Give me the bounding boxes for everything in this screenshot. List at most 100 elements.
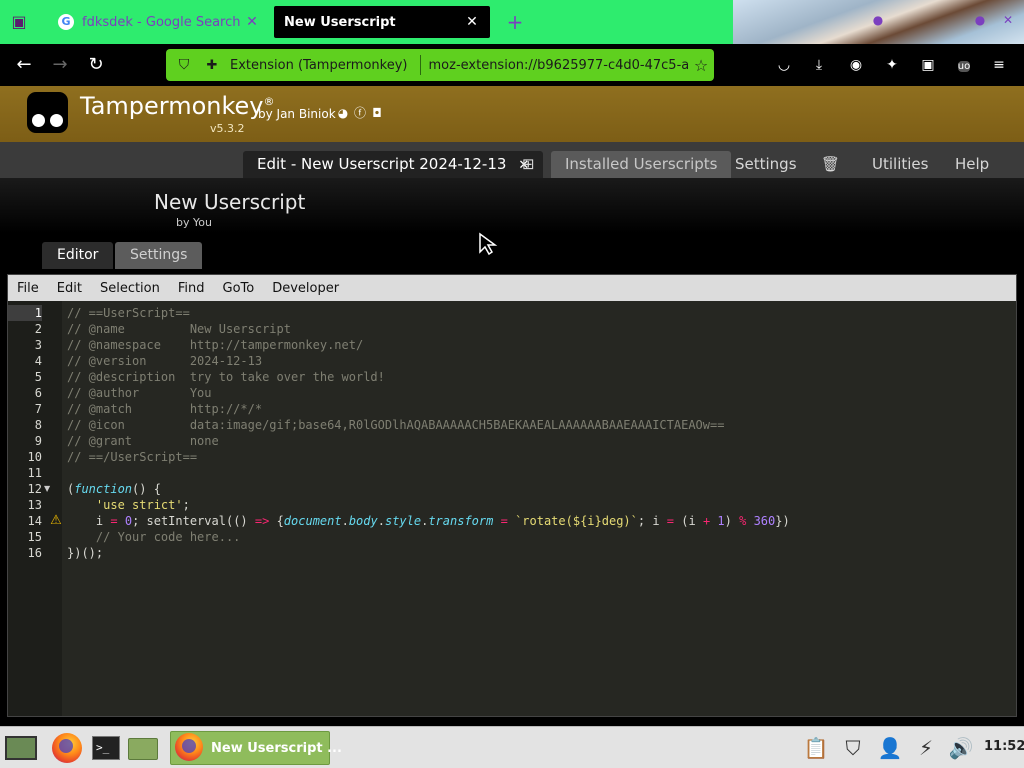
code-line: // ==UserScript== [67,306,190,320]
new-tab-button[interactable]: + [503,10,527,34]
trash-icon[interactable]: 🗑 [813,151,848,178]
code-line: i = 0; setInterval(() => {document.body.… [67,514,790,528]
code-line: 'use strict'; [95,498,190,512]
code-line: // @name New Userscript [67,322,291,336]
facebook-icon[interactable]: ⓕ [353,106,367,120]
line-number-gutter[interactable]: 1 2 3 4 5 6 7 8 9 10 11 12 ▼ 13 14 ⚠ 15 16 [8,301,62,716]
tab-edit-script[interactable]: Edit - New Userscript 2024-12-13 ✕ [243,151,544,178]
menu-file[interactable]: File [8,281,48,296]
window-titlebar-area: ● ● ✕ [733,0,1024,44]
taskbar-window-firefox[interactable]: New Userscript ... [170,731,342,765]
navigation-toolbar: ← → ↻ ⛉ ✚ Extension (Tampermonkey) moz-e… [0,44,1024,86]
tab-close-icon[interactable]: ✕ [464,14,480,30]
volume-icon[interactable]: 🔊 [948,735,974,761]
downloads-icon[interactable]: ⤓ [808,54,830,76]
firefox-launcher-icon[interactable] [51,732,83,764]
tampermonkey-toolbar-icon[interactable]: ▣ [917,54,939,76]
network-icon[interactable]: ⚡ [913,735,939,761]
code-line: // @grant none [67,434,219,448]
line-number: 14 [27,514,42,528]
code-line: // @icon data:image/gif;base64,R0lGODlhA… [67,418,725,432]
line-number: 6 [34,386,42,400]
tab-list-icon[interactable]: ▣ [8,11,30,33]
maximize-icon[interactable]: ● [973,13,987,27]
show-desktop-icon[interactable] [3,732,37,764]
tab-settings[interactable]: Settings [721,151,811,178]
script-header: New Userscript by You Editor Settings [0,178,1024,270]
new-script-icon[interactable]: ⊞ [514,151,543,178]
tab-google-search[interactable]: G fdksdek - Google Search ✕ [48,4,270,40]
close-window-icon[interactable]: ✕ [1001,13,1015,27]
clipboard-icon[interactable]: 📋 [803,735,829,761]
line-number: 2 [34,322,42,336]
tampermonkey-header: Tampermonkey® v5.3.2 by Jan Biniok ◕ ⓕ ◘ [0,86,1024,142]
forward-icon[interactable]: → [48,53,72,77]
url-text[interactable]: moz-extension://b9625977-c4d0-47c5-ad [429,58,689,73]
desktop-shape [5,736,37,760]
tab-utilities[interactable]: Utilities [858,151,942,178]
line-number: 10 [27,450,42,464]
code-area[interactable]: // ==UserScript== // @name New Userscript… [62,301,1016,716]
line-number: 7 [34,402,42,416]
taskbar-window-label: New Userscript ... [211,740,342,756]
ublock-origin-icon[interactable]: uo [953,54,975,76]
terminal-glyph: >_ [92,736,120,760]
app-menu-icon[interactable]: ≡ [988,54,1010,76]
browser-tab-strip: ▣ G fdksdek - Google Search ✕ New Usersc… [0,0,1024,44]
warning-icon[interactable]: ⚠ [49,514,63,528]
code-line: })(); [67,546,104,560]
menu-selection[interactable]: Selection [91,281,169,296]
subtab-editor[interactable]: Editor [42,242,114,269]
menu-goto[interactable]: GoTo [214,281,264,296]
logo-eye [50,114,63,127]
reload-icon[interactable]: ↻ [84,53,108,77]
fold-toggle-icon[interactable]: ▼ [44,481,54,497]
tab-close-icon[interactable]: ✕ [244,14,260,30]
tab-help[interactable]: Help [941,151,1003,178]
code-line: // ==/UserScript== [67,450,198,464]
address-bar[interactable]: ⛉ ✚ Extension (Tampermonkey) moz-extensi… [166,49,714,81]
line-number: 15 [27,530,42,544]
tampermonkey-tab-bar: Edit - New Userscript 2024-12-13 ✕ ⊞ Inst… [0,142,1024,178]
code-line: (function() { [67,482,161,496]
menu-developer[interactable]: Developer [263,281,348,296]
code-editor: File Edit Selection Find GoTo Developer … [7,274,1017,717]
subtab-settings[interactable]: Settings [115,242,203,269]
tab-title: New Userscript [284,14,396,30]
tab-new-userscript[interactable]: New Userscript ✕ [272,4,492,40]
firefox-logo [175,733,203,761]
app-name: Tampermonkey® [80,92,275,120]
clock: 11:52 [984,739,1024,754]
terminal-launcher-icon[interactable]: >_ [90,732,120,764]
extension-puzzle-icon: ✚ [206,57,218,73]
tab-title: fdksdek - Google Search [82,14,241,30]
account-icon[interactable]: ◉ [845,54,867,76]
menu-edit[interactable]: Edit [48,281,91,296]
pocket-icon[interactable]: ◡ [773,54,795,76]
file-manager-icon[interactable] [127,732,159,764]
line-number: 3 [34,338,42,352]
github-icon[interactable]: ◕ [336,106,350,120]
line-number: 4 [34,354,42,368]
identity-label[interactable]: Extension (Tampermonkey) [226,58,412,73]
extensions-icon[interactable]: ✦ [881,54,903,76]
line-number: 9 [34,434,42,448]
bookmark-star-icon[interactable]: ☆ [688,56,714,75]
app-version: v5.3.2 [210,122,245,135]
back-icon[interactable]: ← [12,53,36,77]
author-credit: by Jan Biniok [258,107,336,121]
tracking-shield-icon[interactable]: ⛉ [174,57,194,73]
menu-find[interactable]: Find [169,281,214,296]
script-author: by You [176,216,212,229]
line-number: 8 [34,418,42,432]
user-icon[interactable]: 👤 [877,735,903,761]
line-number: 1 [8,305,42,321]
instagram-icon[interactable]: ◘ [370,106,384,120]
code-line: // @namespace http://tampermonkey.net/ [67,338,364,352]
divider [419,55,421,75]
tab-installed-userscripts[interactable]: Installed Userscripts [551,151,732,178]
shield-icon[interactable]: ⛉ [840,735,866,761]
minimize-icon[interactable]: ● [871,13,885,27]
desktop-taskbar: >_ New Userscript ... 📋 ⛉ 👤 ⚡ 🔊 11:52 [0,726,1024,768]
